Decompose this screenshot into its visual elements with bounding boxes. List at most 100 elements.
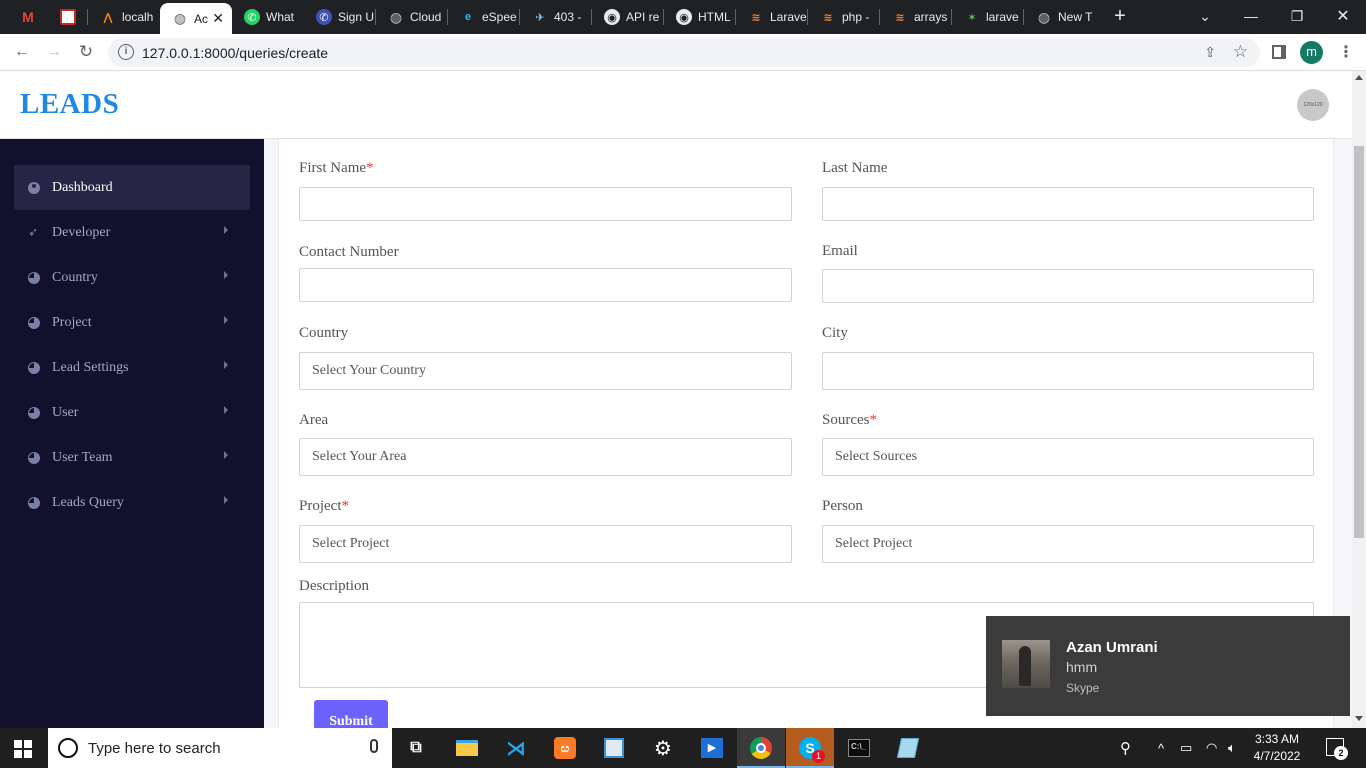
tab-laravel[interactable]: ✶ larave <box>952 0 1024 34</box>
tab-label: php - <box>842 10 870 24</box>
sidebar-item-user-team[interactable]: User Team <box>14 435 250 480</box>
reload-button[interactable]: ↻ <box>73 40 99 64</box>
sidebar: Dashboard ➶ Developer Country Project Le… <box>0 139 264 728</box>
rocket-icon: ➶ <box>28 225 39 239</box>
wifi-icon[interactable]: ◠ <box>1206 728 1217 768</box>
chevron-right-icon <box>224 226 228 234</box>
tab-new[interactable]: ◍ New T <box>1024 0 1096 34</box>
sidebar-item-label: Dashboard <box>52 179 113 195</box>
sidebar-item-label: Project <box>52 314 92 330</box>
sidebar-item-developer[interactable]: ➶ Developer <box>14 210 250 255</box>
url-text[interactable]: 127.0.0.1:8000/queries/create <box>142 45 328 61</box>
area-select[interactable]: Select Your Area <box>299 438 792 476</box>
sidebar-item-leads-query[interactable]: Leads Query <box>14 480 250 525</box>
required-mark: * <box>341 498 350 514</box>
first-name-input[interactable] <box>299 187 792 221</box>
notepad-icon[interactable] <box>896 736 920 760</box>
sidebar-item-dashboard[interactable]: Dashboard <box>14 165 250 210</box>
side-panel-icon[interactable] <box>1272 45 1286 59</box>
contact-number-input[interactable] <box>299 268 792 302</box>
restore-button[interactable]: ❐ <box>1274 0 1320 32</box>
new-tab-button[interactable]: + <box>1108 4 1132 28</box>
tab-signup[interactable]: ✆ Sign U <box>304 0 376 34</box>
cortana-icon <box>58 738 78 758</box>
sources-select[interactable]: Select Sources <box>822 438 1314 476</box>
settings-icon[interactable]: ⚙ <box>651 736 675 760</box>
project-select[interactable]: Select Project <box>299 525 792 563</box>
task-view-icon[interactable]: ⧉ <box>404 736 428 760</box>
tab-active[interactable]: ◍ Ac ✕ <box>160 3 232 34</box>
address-bar[interactable]: i 127.0.0.1:8000/queries/create ⇪ ☆ <box>108 38 1260 67</box>
tab-laravel-so[interactable]: ≋ Larave <box>736 0 808 34</box>
minimize-button[interactable]: — <box>1228 0 1274 32</box>
scroll-down-arrow-icon[interactable] <box>1355 716 1363 721</box>
sidebar-item-project[interactable]: Project <box>14 300 250 345</box>
tab-api[interactable]: ◉ API re <box>592 0 664 34</box>
chevron-right-icon <box>224 271 228 279</box>
submit-button[interactable]: Submit <box>314 700 388 728</box>
tab-html[interactable]: ◉ HTML <box>664 0 736 34</box>
pie-chart-icon <box>28 496 40 509</box>
app-logo[interactable]: LEADS <box>20 88 119 121</box>
pie-chart-icon <box>28 361 40 374</box>
tab-localhost[interactable]: ⋀ localh <box>88 0 158 34</box>
microphone-icon[interactable] <box>370 739 378 753</box>
chrome-icon[interactable] <box>749 736 773 760</box>
tab-arrays[interactable]: ≋ arrays <box>880 0 952 34</box>
sidebar-item-country[interactable]: Country <box>14 255 250 300</box>
page-scrollbar[interactable] <box>1352 71 1366 728</box>
sidebar-item-lead-settings[interactable]: Lead Settings <box>14 345 250 390</box>
city-label: City <box>822 325 848 341</box>
country-select[interactable]: Select Your Country <box>299 352 792 390</box>
user-avatar[interactable]: 120x120 <box>1297 89 1329 121</box>
tab-label: Cloud <box>410 10 442 24</box>
battery-icon[interactable]: ▭ <box>1180 728 1192 768</box>
tab-search-button[interactable]: ⌄ <box>1182 0 1228 32</box>
tab-php[interactable]: ≋ php - <box>808 0 880 34</box>
contact-photo <box>1002 640 1050 688</box>
file-explorer-icon[interactable] <box>455 736 479 760</box>
share-icon[interactable]: ⇪ <box>1204 44 1216 61</box>
tab-espeed[interactable]: e eSpee <box>448 0 520 34</box>
back-button[interactable]: ← <box>9 40 35 64</box>
vscode-icon[interactable]: ⋊ <box>504 736 528 760</box>
browser-menu-icon[interactable]: ⋮ <box>1338 42 1354 62</box>
scroll-up-arrow-icon[interactable] <box>1355 75 1363 80</box>
profile-avatar[interactable]: m <box>1300 41 1323 64</box>
last-name-input[interactable] <box>822 187 1314 221</box>
bookmark-star-icon[interactable]: ☆ <box>1233 42 1248 62</box>
close-tab-icon[interactable]: ✕ <box>212 10 224 27</box>
email-input[interactable] <box>822 269 1314 303</box>
media-player-icon[interactable]: ▶ <box>700 736 724 760</box>
show-hidden-icons-chevron[interactable]: ^ <box>1158 728 1164 768</box>
system-clock[interactable]: 3:33 AM 4/7/2022 <box>1248 731 1306 765</box>
contact-number-label: Contact Number <box>299 244 399 260</box>
sidebar-item-label: Lead Settings <box>52 359 129 375</box>
tab-gmail[interactable]: M <box>8 0 48 34</box>
photos-icon[interactable] <box>602 736 626 760</box>
sidebar-item-label: User <box>52 404 79 420</box>
scroll-thumb[interactable] <box>1354 146 1364 538</box>
espeed-icon: e <box>464 11 472 23</box>
person-select[interactable]: Select Project <box>822 525 1314 563</box>
people-icon[interactable]: ⚲ <box>1120 728 1131 768</box>
sidebar-item-user[interactable]: User <box>14 390 250 435</box>
tab-whatsapp[interactable]: ✆ What <box>232 0 304 34</box>
tab-cloud[interactable]: ◍ Cloud <box>376 0 448 34</box>
clock-date: 4/7/2022 <box>1253 749 1301 763</box>
tab-bookmark[interactable] <box>48 0 88 34</box>
forward-button[interactable]: → <box>41 40 67 64</box>
terminal-icon[interactable]: C:\_ <box>847 736 871 760</box>
skype-notification-toast[interactable]: Azan Umrani hmm Skype <box>986 616 1350 716</box>
taskbar-search-box[interactable]: Type here to search <box>48 728 392 768</box>
city-input[interactable] <box>822 352 1314 390</box>
windows-start-icon[interactable] <box>14 740 32 758</box>
close-window-button[interactable]: ✕ <box>1320 0 1366 32</box>
xampp-icon[interactable]: ೞ <box>553 736 577 760</box>
volume-icon[interactable]: 🔈︎ <box>1228 728 1236 768</box>
first-name-label: First Name* <box>299 160 374 177</box>
site-info-icon[interactable]: i <box>118 44 134 60</box>
pie-chart-icon <box>28 271 40 284</box>
tab-403[interactable]: ✈ 403 - <box>520 0 592 34</box>
required-mark: * <box>366 160 374 176</box>
